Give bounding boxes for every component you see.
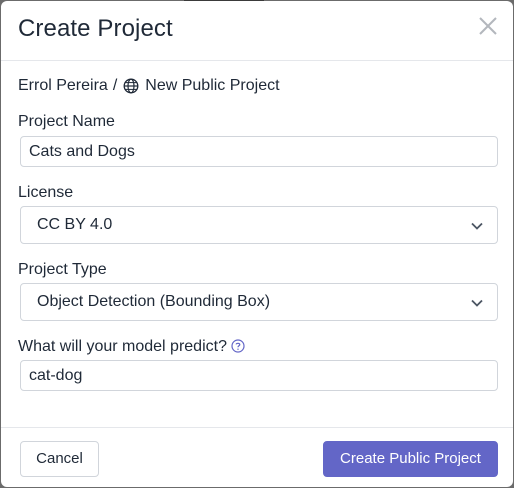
project-type-label: Project Type <box>18 261 107 278</box>
close-icon[interactable] <box>477 15 499 37</box>
globe-icon <box>123 78 139 94</box>
create-project-dialog: Create Project Errol Pereira / New Publi… <box>1 1 513 487</box>
chevron-down-icon <box>471 299 483 307</box>
breadcrumb-owner: Errol Pereira <box>18 77 108 94</box>
license-select[interactable]: CC BY 4.0 <box>20 206 498 244</box>
breadcrumb-separator: / <box>112 77 118 94</box>
license-value: CC BY 4.0 <box>37 216 113 233</box>
breadcrumb-project: New Public Project <box>145 77 280 94</box>
footer-divider <box>1 427 513 428</box>
header-divider <box>1 60 513 61</box>
project-name-label: Project Name <box>18 113 115 130</box>
license-label: License <box>18 184 74 201</box>
question-circle-icon[interactable] <box>231 339 245 353</box>
chevron-down-icon <box>471 222 483 230</box>
breadcrumb: Errol Pereira / New Public Project <box>18 77 280 95</box>
dialog-title: Create Project <box>18 15 173 42</box>
predict-input[interactable]: cat-dog <box>20 360 498 391</box>
predict-label: What will your model predict? <box>18 338 245 356</box>
cancel-button[interactable]: Cancel <box>20 441 99 477</box>
predict-label-text: What will your model predict? <box>18 338 227 355</box>
project-type-select[interactable]: Object Detection (Bounding Box) <box>20 283 498 321</box>
project-name-input[interactable]: Cats and Dogs <box>20 136 498 167</box>
project-type-value: Object Detection (Bounding Box) <box>37 293 271 310</box>
create-public-project-button[interactable]: Create Public Project <box>323 441 498 477</box>
